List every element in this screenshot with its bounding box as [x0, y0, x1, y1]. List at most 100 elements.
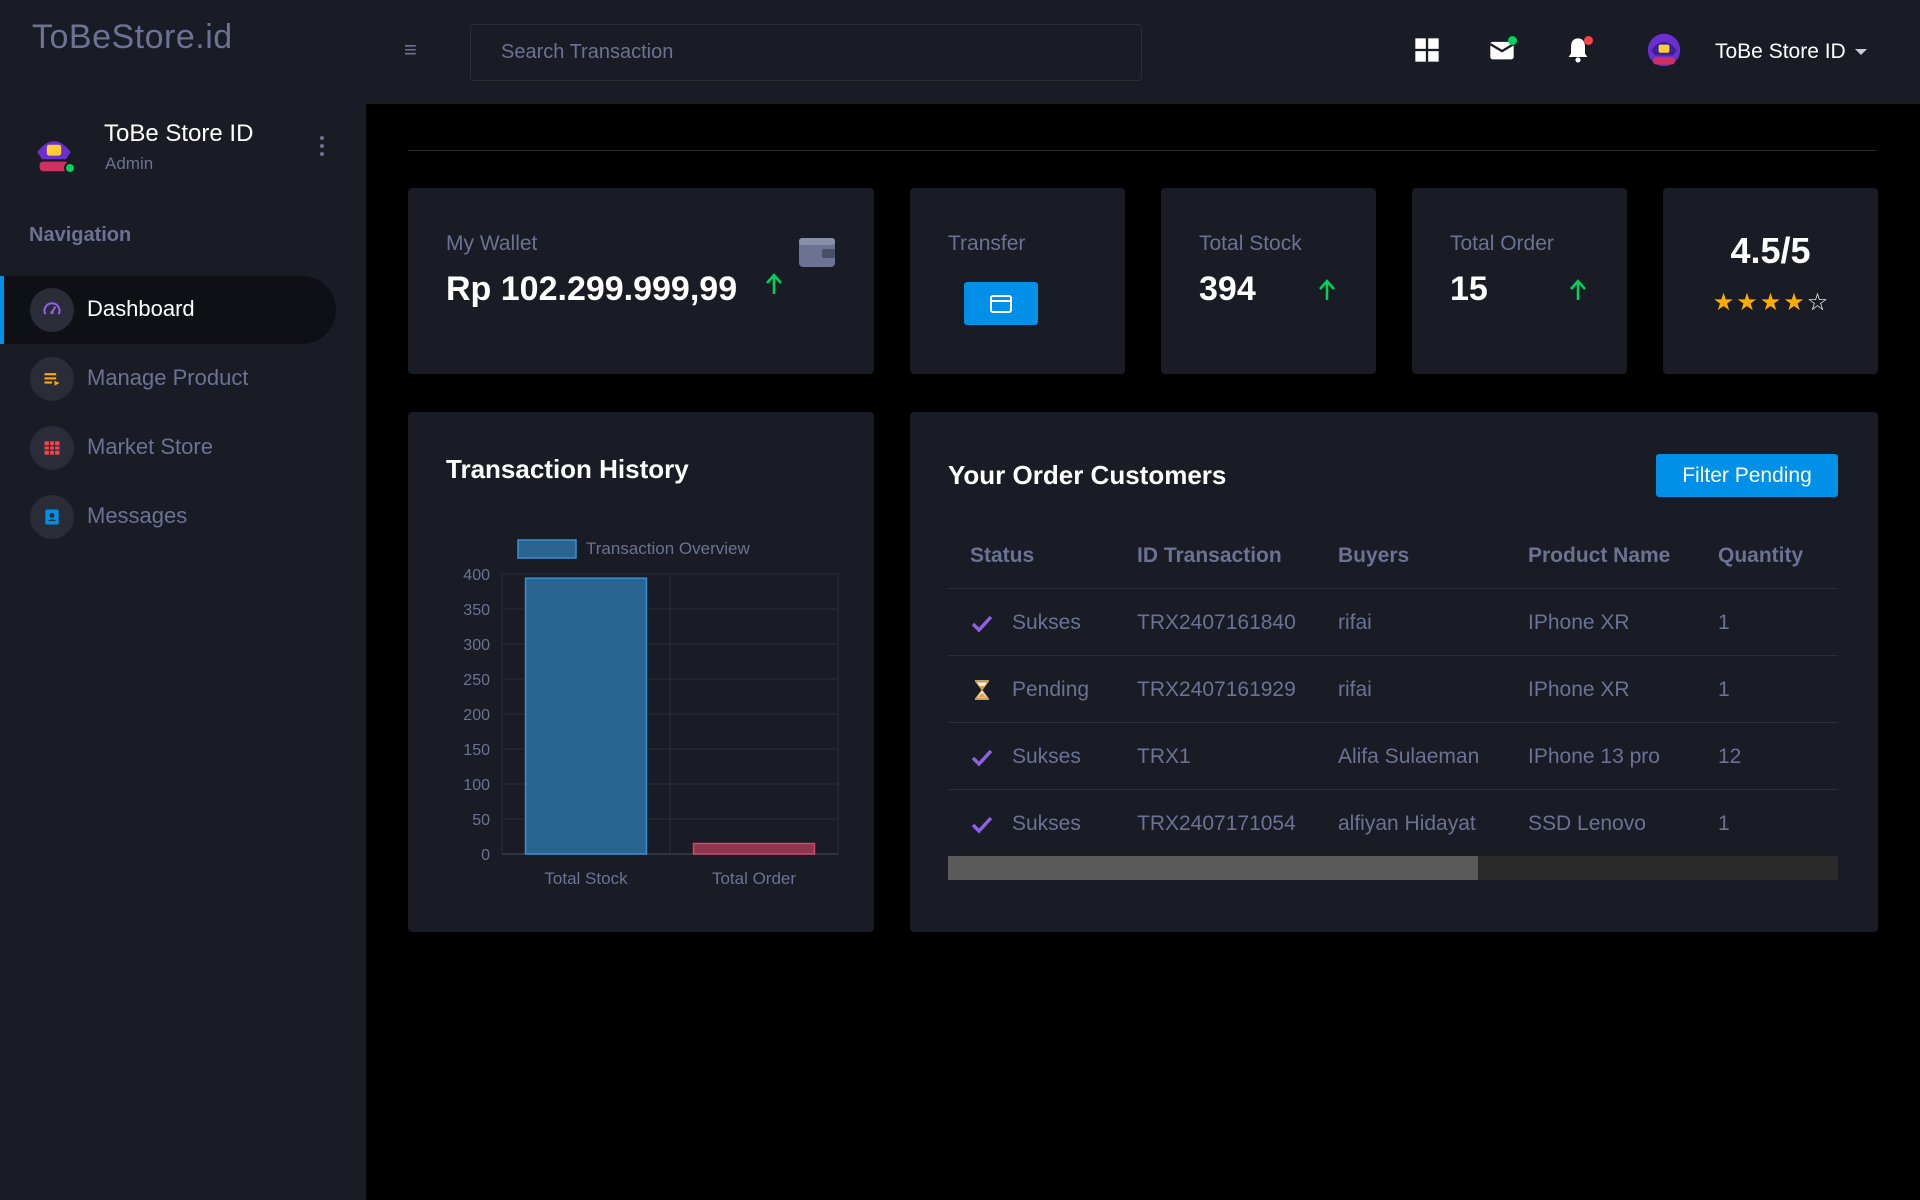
sidebar-item-dashboard[interactable]: Dashboard [0, 276, 336, 344]
mail-notification-dot [1508, 36, 1517, 45]
column-header-buyers[interactable]: Buyers [1338, 522, 1409, 589]
user-menu[interactable]: ToBe Store ID [1715, 40, 1846, 64]
star-empty-icon: ☆ [1806, 289, 1829, 316]
transaction-history-title: Transaction History [446, 454, 689, 484]
star-filled-icon: ★ [1783, 289, 1805, 316]
bar [524, 577, 648, 855]
card-icon [990, 294, 1012, 313]
table-icon [30, 426, 74, 470]
sidebar-item-label: Messages [87, 503, 188, 528]
star-filled-icon: ★ [1736, 289, 1758, 316]
sidebar-item-market-store[interactable]: Market Store [0, 414, 336, 482]
horizontal-scrollbar[interactable] [948, 856, 1838, 880]
orders-card: Your Order Customers Filter Pending Stat… [910, 412, 1878, 932]
column-header-id[interactable]: ID Transaction [1137, 522, 1282, 589]
table-row[interactable]: Pending TRX2407161929 rifai IPhone XR 1 [948, 656, 1838, 723]
grid-icon[interactable] [1413, 36, 1441, 64]
total-stock-value: 394 [1199, 270, 1256, 308]
sidebar-item-label: Manage Product [87, 365, 249, 390]
transaction-id: TRX1 [1137, 745, 1191, 768]
table-row[interactable]: Sukses TRX2407171054 alfiyan Hidayat SSD… [948, 790, 1838, 857]
buyer-name: alfiyan Hidayat [1338, 812, 1476, 835]
filter-pending-button[interactable]: Filter Pending [1656, 454, 1838, 497]
arrow-up-icon [766, 273, 782, 294]
hourglass-icon [975, 680, 989, 700]
buyer-name: Alifa Sulaeman [1338, 745, 1480, 768]
column-header-product[interactable]: Product Name [1528, 522, 1670, 589]
transfer-label: Transfer [948, 232, 1026, 255]
mail-icon[interactable] [1488, 36, 1517, 64]
wallet-label: My Wallet [446, 232, 538, 255]
status-text: Sukses [1012, 611, 1081, 634]
nav-section-title: Navigation [29, 224, 132, 246]
contacts-icon [30, 495, 74, 539]
table-row[interactable]: Sukses TRX1 Alifa Sulaeman IPhone 13 pro… [948, 723, 1838, 790]
content-divider [408, 150, 1876, 151]
check-icon [971, 615, 993, 633]
transaction-id: TRX2407171054 [1137, 812, 1296, 835]
sidebar-item-label: Market Store [87, 434, 213, 459]
table-row[interactable]: Sukses TRX2407161840 rifai IPhone XR 1 [948, 589, 1838, 656]
sidebar: ToBe Store ID Admin Navigation Dashboard… [0, 104, 366, 1200]
quantity: 1 [1718, 678, 1730, 701]
bar [692, 842, 816, 855]
top-navbar: ToBeStore.id ≡ ToBe Store ID [0, 0, 1920, 104]
avatar[interactable] [1646, 32, 1682, 68]
transaction-chart: Transaction Overview 0 50 100 150 200 250 300 35… [463, 539, 839, 888]
status-text: Pending [1012, 678, 1090, 701]
more-vertical-icon[interactable] [316, 134, 328, 160]
transfer-card: Transfer [910, 188, 1125, 374]
total-order-label: Total Order [1450, 232, 1554, 255]
buyer-name: rifai [1338, 611, 1372, 634]
total-stock-label: Total Stock [1199, 232, 1302, 255]
product-name: IPhone XR [1528, 611, 1630, 634]
product-name: IPhone XR [1528, 678, 1630, 701]
arrow-up-icon [1570, 279, 1586, 300]
rating-card: 4.5/5 ★★★★☆ [1663, 188, 1878, 374]
y-tick-label: 50 [472, 812, 490, 829]
sidebar-item-label: Dashboard [87, 296, 195, 321]
buyer-name: rifai [1338, 678, 1372, 701]
y-tick-label: 350 [463, 602, 490, 619]
y-tick-label: 200 [463, 707, 490, 724]
wallet-card: My Wallet Rp 102.299.999,99 [408, 188, 874, 374]
total-order-value: 15 [1450, 270, 1488, 308]
transaction-id: TRX2407161840 [1137, 611, 1296, 634]
brand-logo[interactable]: ToBeStore.id [32, 18, 233, 57]
profile-name: ToBe Store ID [104, 120, 254, 147]
sidebar-item-messages[interactable]: Messages [0, 483, 336, 551]
y-tick-label: 300 [463, 637, 490, 654]
column-header-status[interactable]: Status [970, 522, 1034, 589]
bell-icon[interactable] [1564, 36, 1593, 64]
status-text: Sukses [1012, 745, 1081, 768]
quantity: 1 [1718, 812, 1730, 835]
speedometer-icon [30, 288, 74, 332]
online-status-dot [64, 162, 76, 174]
transfer-button[interactable] [964, 282, 1038, 325]
wallet-value: Rp 102.299.999,99 [446, 270, 738, 308]
search-input[interactable] [470, 24, 1142, 81]
chevron-down-icon[interactable] [1855, 49, 1867, 55]
scrollbar-thumb[interactable] [948, 856, 1478, 880]
table-header: Status ID Transaction Buyers Product Nam… [948, 522, 1838, 589]
star-filled-icon: ★ [1759, 289, 1782, 316]
product-name: SSD Lenovo [1528, 812, 1646, 835]
check-icon [971, 749, 993, 767]
x-tick-label: Total Stock [544, 869, 628, 888]
rating-value: 4.5/5 [1730, 230, 1811, 271]
quantity: 1 [1718, 611, 1730, 634]
star-rating: ★★★★☆ [1663, 288, 1878, 317]
sidebar-item-manage-product[interactable]: Manage Product [0, 345, 336, 413]
legend-label: Transaction Overview [586, 539, 750, 558]
product-name: IPhone 13 pro [1528, 745, 1660, 768]
y-tick-label: 250 [463, 672, 490, 689]
menu-toggle-icon[interactable]: ≡ [404, 39, 424, 61]
total-order-card: Total Order 15 [1412, 188, 1627, 374]
column-header-quantity[interactable]: Quantity [1718, 522, 1803, 589]
quantity: 12 [1718, 745, 1742, 768]
transaction-id: TRX2407161929 [1137, 678, 1296, 701]
y-tick-label: 150 [463, 742, 490, 759]
total-stock-card: Total Stock 394 [1161, 188, 1376, 374]
check-icon [971, 816, 993, 834]
orders-title: Your Order Customers [948, 460, 1227, 490]
